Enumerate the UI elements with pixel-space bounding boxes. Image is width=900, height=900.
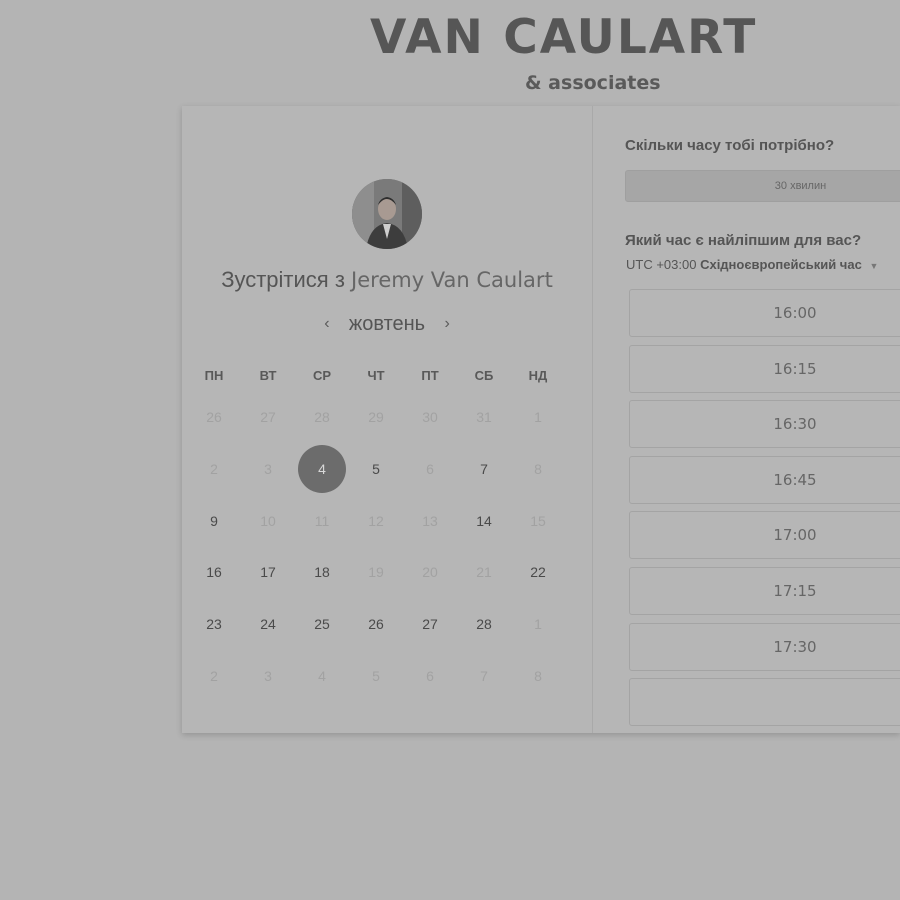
calendar-day-disabled: 7 [480,668,488,684]
calendar-day-disabled: 2 [210,461,218,477]
calendar-day-disabled: 10 [260,513,276,529]
calendar-day-disabled: 5 [372,668,380,684]
calendar-panel: Зустрітися з Jeremy Van Caulart ‹ жовтен… [182,106,592,733]
calendar-day-disabled: 1 [534,409,542,425]
calendar-day-disabled: 30 [422,409,438,425]
calendar-grid: 26 27 28 29 30 31 1 2 3 4 5 6 7 8 9 10 11 12 13 14 15 16 17 18 1… [182,106,592,733]
calendar-day-disabled: 8 [534,668,542,684]
calendar-day-disabled: 3 [264,461,272,477]
time-slot-label: 16:30 [773,415,817,434]
calendar-day-disabled: 21 [476,564,492,580]
time-slot-label: 17:00 [773,526,817,545]
time-slot-button[interactable]: 17:15 [629,567,900,615]
calendar-day-disabled: 13 [422,513,438,529]
calendar-day-available[interactable]: 27 [405,614,455,634]
calendar-day-disabled: 6 [426,461,434,477]
calendar-day-available[interactable]: 26 [351,614,401,634]
time-panel: Скільки часу тобі потрібно? 30 хвилин Як… [593,106,900,733]
brand-logo-title: VAN CAULART [370,10,758,65]
calendar-day-available[interactable]: 23 [189,614,239,634]
calendar-day-available[interactable]: 14 [459,511,509,531]
time-slot-label: 16:15 [773,359,817,378]
calendar-day-available[interactable]: 18 [297,562,347,582]
calendar-day-disabled: 26 [206,409,222,425]
calendar-day-available[interactable]: 22 [513,562,563,582]
duration-value: 30 хвилин [774,180,827,192]
time-slot-label: 17:15 [773,582,817,600]
calendar-day-disabled: 3 [264,668,272,684]
calendar-day-available[interactable]: 9 [189,511,239,531]
duration-select[interactable]: 30 хвилин [625,170,900,202]
timezone-name: Східноєвропейський час [700,257,862,272]
time-slot-button[interactable]: 16:45 [629,455,900,504]
calendar-day-available[interactable]: 7 [459,459,509,479]
calendar-day-available[interactable]: 5 [351,459,401,479]
calendar-day-disabled: 29 [368,409,384,425]
time-slot-button[interactable]: 17:00 [629,511,900,560]
calendar-day-available[interactable]: 28 [459,614,509,634]
time-slot-button[interactable]: 16:30 [629,400,900,449]
calendar-day-disabled: 27 [260,409,276,425]
calendar-day-available[interactable]: 16 [189,562,239,582]
calendar-day-disabled: 1 [534,616,542,632]
calendar-day-available[interactable]: 17 [243,562,293,582]
time-slot-button[interactable]: 16:00 [629,289,900,337]
time-slot-label: 16:45 [773,470,817,489]
brand-logo-subtitle: & associates [525,72,661,94]
caret-down-icon: ▼ [869,261,879,271]
time-slot-button[interactable]: 17:30 [629,622,900,671]
booking-card: Зустрітися з Jeremy Van Caulart ‹ жовтен… [182,106,900,733]
timezone-selector[interactable]: UTC +03:00 Східноєвропейський час ▼ [626,257,878,272]
calendar-day-disabled: 31 [476,409,492,425]
calendar-day-disabled: 19 [368,564,384,580]
time-slot-label: 16:00 [773,304,817,322]
time-slot-button-partial[interactable] [629,678,900,727]
calendar-day-disabled: 11 [314,513,330,529]
calendar-day-disabled: 2 [210,668,218,684]
calendar-day-disabled: 15 [530,513,546,529]
timezone-offset: UTC +03:00 [626,257,697,272]
calendar-day-disabled: 20 [422,564,438,580]
calendar-day-disabled: 8 [534,461,542,477]
calendar-day-available[interactable]: 25 [297,614,347,634]
time-slot-button[interactable]: 16:15 [629,344,900,393]
time-question: Який час є найліпшим для вас? [625,232,862,249]
time-slot-label: 17:30 [773,637,817,656]
brand-header: VAN CAULART & associates [0,0,900,105]
calendar-day-disabled: 4 [318,668,326,684]
calendar-day-available[interactable]: 24 [243,614,293,634]
calendar-day-selected[interactable]: 4 [298,445,346,493]
calendar-day-disabled: 6 [426,668,434,684]
calendar-day-disabled: 28 [314,409,330,425]
duration-question: Скільки часу тобі потрібно? [625,137,835,154]
calendar-day-disabled: 12 [368,513,384,529]
